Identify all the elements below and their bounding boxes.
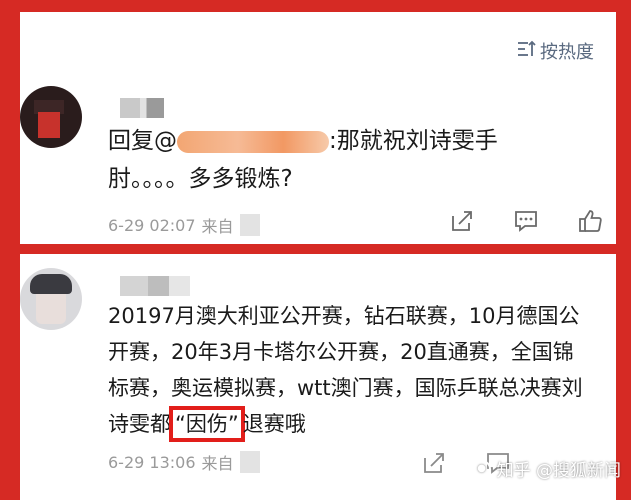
share-icon[interactable] <box>419 448 449 478</box>
comment-text: 回复@:那就祝刘诗雯手肘。。。。多多锻炼? <box>108 122 578 198</box>
avatar[interactable] <box>20 86 82 148</box>
redacted-mention[interactable] <box>177 130 329 153</box>
timestamp: 6-29 13:06 <box>108 452 196 472</box>
watermark-text: 知乎 @搜狐新闻 <box>496 461 621 481</box>
highlighted-phrase: “因伤” <box>169 406 245 442</box>
username-redacted[interactable] <box>120 98 164 118</box>
comment-actions <box>447 206 605 236</box>
comment-icon[interactable] <box>511 206 541 236</box>
source-redacted <box>239 451 260 473</box>
reply-prefix: 回复@ <box>108 128 177 154</box>
timestamp: 6-29 02:07 <box>108 215 196 235</box>
source-redacted <box>239 214 260 236</box>
username-redacted[interactable] <box>120 276 190 296</box>
comment-body-end: 退赛哦 <box>242 412 306 436</box>
source-label: 来自 <box>201 454 234 473</box>
sohu-logo-icon: ● <box>472 459 491 478</box>
comment-meta: 6-29 02:07 来自 <box>108 213 260 237</box>
comment-text: 20197月澳大利亚公开赛，钻石联赛，10月德国公开赛，20年3月卡塔尔公开赛，… <box>108 298 588 442</box>
share-icon[interactable] <box>447 206 477 236</box>
sort-lines-icon <box>516 40 536 63</box>
like-icon[interactable] <box>575 206 605 236</box>
comment-meta: 6-29 13:06 来自 <box>108 450 260 474</box>
sort-by-popularity-button[interactable]: 按热度 <box>516 38 594 64</box>
zhihu-watermark: ● 知乎 @搜狐新闻 <box>472 456 621 481</box>
source-label: 来自 <box>201 217 234 236</box>
avatar[interactable] <box>20 268 82 330</box>
sort-label: 按热度 <box>540 42 594 63</box>
